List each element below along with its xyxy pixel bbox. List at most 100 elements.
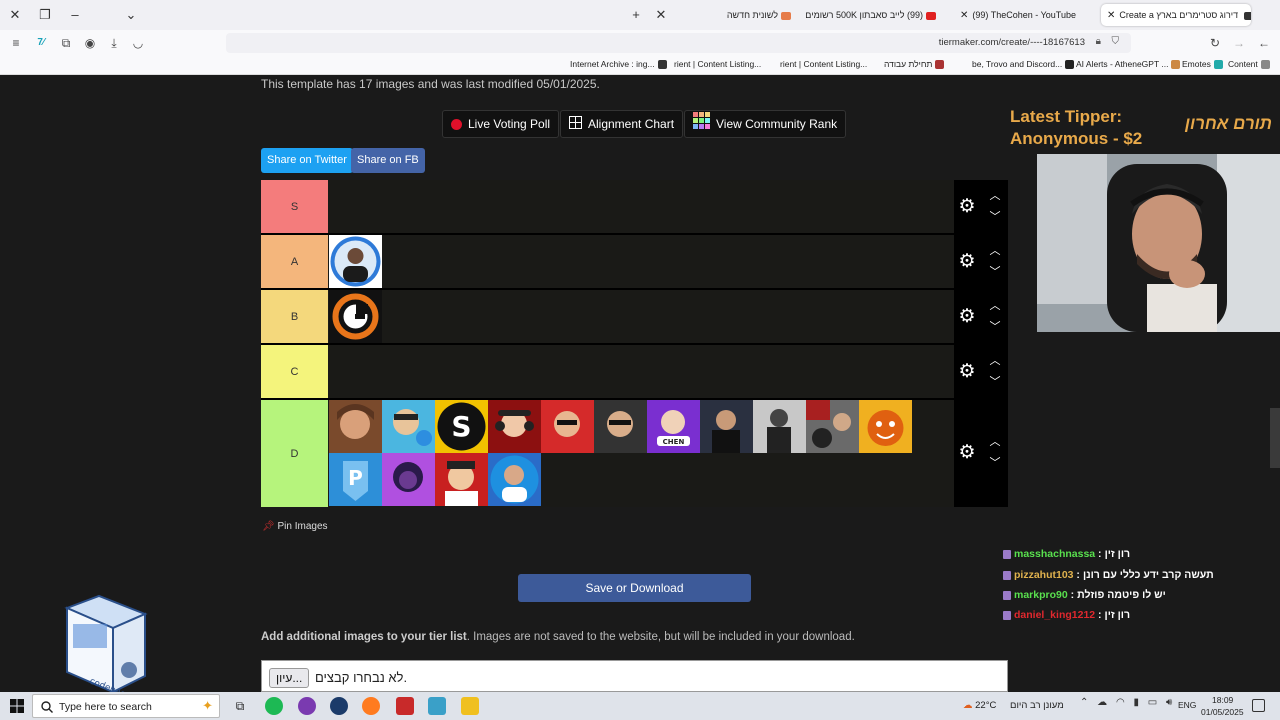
account-icon[interactable]: ◉: [82, 35, 98, 51]
tier-items-a[interactable]: [329, 235, 953, 288]
extensions-puzzle-icon[interactable]: ⧉: [58, 35, 74, 51]
windows-start-icon[interactable]: [10, 699, 24, 713]
tier-label-a[interactable]: A: [261, 235, 328, 288]
spotify-icon[interactable]: [265, 697, 283, 715]
bookmark-getting-started[interactable]: תחילת עבודה: [884, 59, 945, 70]
view-community-rank-button[interactable]: View Community Rank: [684, 110, 847, 138]
restore-window-icon[interactable]: ❐: [36, 6, 54, 24]
streamer-image[interactable]: [488, 400, 541, 453]
tier-label-c[interactable]: C: [261, 345, 328, 398]
tab-live-subathon[interactable]: (99) לייב סאבתון 500K רשומים |✕: [805, 4, 945, 26]
minimize-window-icon[interactable]: –: [66, 6, 84, 24]
clock-date[interactable]: 01/05/2025: [1201, 707, 1244, 717]
streamer-image[interactable]: [806, 400, 859, 453]
display-icon[interactable]: ▭: [1148, 697, 1157, 708]
firefox-icon[interactable]: [362, 697, 380, 715]
steam-icon[interactable]: [330, 697, 348, 715]
streamer-image[interactable]: [700, 400, 753, 453]
bookmark-trovo[interactable]: be, Trovo and Discord...: [972, 59, 1075, 70]
browse-files-button[interactable]: עיון...: [269, 668, 310, 688]
tier-label-d[interactable]: D: [261, 400, 328, 507]
streamer-image[interactable]: [859, 400, 912, 453]
streamer-image[interactable]: [435, 453, 488, 506]
notification-icon[interactable]: [1252, 699, 1265, 712]
page-scrollbar-thumb[interactable]: [1270, 408, 1280, 468]
close-tab-icon[interactable]: ✕: [1107, 10, 1115, 21]
share-on-fb-button[interactable]: Share on FB: [351, 148, 425, 173]
lock-icon[interactable]: 🔒︎: [1096, 36, 1101, 47]
chevron-up-icon[interactable]: ︿: [989, 301, 1001, 312]
mic-icon[interactable]: ▮: [1133, 697, 1139, 708]
close-window-icon[interactable]: ✕: [6, 6, 24, 24]
streamer-image[interactable]: [329, 235, 382, 288]
chevron-up-icon[interactable]: ︿: [989, 437, 1001, 448]
bookmark-internet-archive[interactable]: Internet Archive : ing...: [570, 59, 667, 70]
weather-widget[interactable]: ☁︎ 22°C: [963, 700, 996, 711]
streamer-image[interactable]: [541, 400, 594, 453]
tab-youtube[interactable]: ✕ (99) TheCohen - YouTube: [954, 4, 1094, 26]
close-tab-icon[interactable]: ✕: [960, 10, 968, 21]
chevron-up-icon[interactable]: ︿: [989, 191, 1001, 202]
menu-icon[interactable]: ≡: [8, 35, 24, 51]
network-icon[interactable]: ☁: [1097, 697, 1107, 708]
chevron-down-icon[interactable]: ﹀: [989, 267, 1001, 278]
tier-items-b[interactable]: [329, 290, 953, 343]
reload-icon[interactable]: ↻: [1207, 35, 1223, 51]
bookmark-content-listing-2[interactable]: rient | Content Listing...: [674, 59, 761, 69]
chevron-up-icon[interactable]: ︿: [989, 246, 1001, 257]
bookmark-emotes[interactable]: Emotes: [1182, 59, 1223, 70]
task-view-icon[interactable]: ⧉: [231, 697, 249, 715]
chevron-up-icon[interactable]: ︿: [989, 356, 1001, 367]
tab-list-chevron-icon[interactable]: ⌄: [122, 6, 140, 24]
streamer-image[interactable]: [594, 400, 647, 453]
close-tab-icon[interactable]: ✕: [652, 6, 670, 24]
chevron-down-icon[interactable]: ﹀: [989, 377, 1001, 388]
new-tab-plus-icon[interactable]: +: [627, 6, 645, 24]
system-tray[interactable]: ⌃ ☁ ◠ ▮ ▭ 🔊︎: [1080, 697, 1172, 708]
streamer-image[interactable]: [488, 453, 541, 506]
streamer-image[interactable]: S: [435, 400, 488, 453]
share-on-twitter-button[interactable]: Share on Twitter: [261, 148, 353, 173]
bookmark-content[interactable]: Content: [1228, 59, 1270, 70]
tier-items-s[interactable]: [329, 180, 953, 233]
streamer-image[interactable]: [329, 400, 382, 453]
app-icon[interactable]: [428, 697, 446, 715]
gear-icon[interactable]: ⚙: [958, 362, 976, 381]
app-icon[interactable]: [298, 697, 316, 715]
chevron-down-icon[interactable]: ﹀: [989, 212, 1001, 223]
streamer-image[interactable]: [382, 400, 435, 453]
gear-icon[interactable]: ⚙: [958, 307, 976, 326]
tab-new-tab[interactable]: לשונית חדשה: [700, 4, 800, 26]
tier-items-d[interactable]: S CHEN P: [329, 400, 953, 507]
file-upload-box[interactable]: עיון... לא נבחרו קבצים.: [261, 660, 1008, 692]
bookmark-athenegpt[interactable]: AI Alerts - AtheneGPT ...: [1076, 59, 1181, 70]
app-icon[interactable]: [396, 697, 414, 715]
streamer-image[interactable]: [382, 453, 435, 506]
alignment-chart-button[interactable]: Alignment Chart: [560, 110, 684, 138]
streamer-image[interactable]: CHEN: [647, 400, 700, 453]
forward-arrow-icon[interactable]: →: [1231, 35, 1247, 51]
downloads-icon[interactable]: ⤓: [106, 35, 122, 51]
streamer-image[interactable]: [753, 400, 806, 453]
bookmark-content-listing-1[interactable]: rient | Content Listing...: [780, 59, 867, 69]
language-indicator[interactable]: ENG: [1178, 700, 1196, 710]
tier-items-c[interactable]: [329, 345, 953, 398]
taskbar-search-box[interactable]: Type here to search ✦: [32, 694, 220, 718]
live-voting-poll-button[interactable]: Live Voting Poll: [442, 110, 560, 138]
chevron-down-icon[interactable]: ﹀: [989, 322, 1001, 333]
streamer-image[interactable]: P: [329, 453, 382, 506]
save-or-download-button[interactable]: Save or Download: [518, 574, 751, 602]
pin-images-toggle[interactable]: 📌︎ Pin Images: [262, 521, 328, 532]
streamer-image[interactable]: [329, 290, 382, 343]
tab-tiermaker-create[interactable]: ✕ Create a דירוג סטרימרים בארץ: [1101, 4, 1251, 26]
wifi-icon[interactable]: ◠: [1116, 697, 1125, 708]
shield-icon[interactable]: ⛉: [1112, 36, 1120, 47]
address-bar[interactable]: tiermaker.com/create/----18167613 🔒︎ ⛉: [226, 33, 1131, 53]
chevron-down-icon[interactable]: ﹀: [989, 458, 1001, 469]
gear-icon[interactable]: ⚙: [958, 252, 976, 271]
clock-time[interactable]: 18:09: [1212, 695, 1233, 705]
gear-icon[interactable]: ⚙: [958, 443, 976, 462]
pocket-icon[interactable]: ◡: [130, 35, 146, 51]
extension-icon[interactable]: 7⁄: [33, 35, 49, 51]
tier-label-b[interactable]: B: [261, 290, 328, 343]
